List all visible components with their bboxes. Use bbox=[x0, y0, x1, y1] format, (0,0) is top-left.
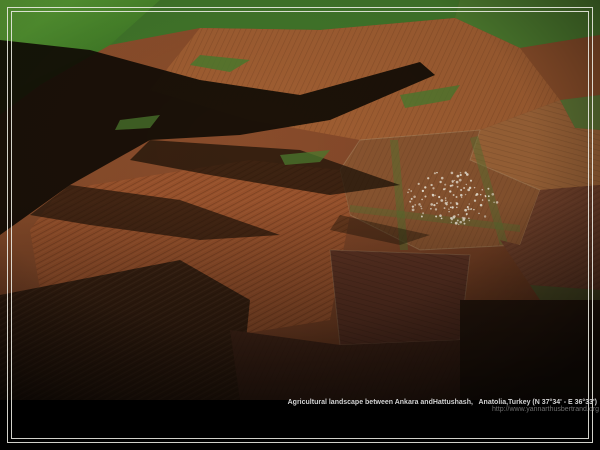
photo-caption: Agricultural landscape between Ankara an… bbox=[288, 399, 597, 413]
caption-url: http://www.yannarthusbertrand.org bbox=[288, 406, 599, 413]
aerial-photo bbox=[0, 0, 600, 400]
caption-title: Agricultural landscape between Ankara an… bbox=[288, 399, 597, 406]
wallpaper: Agricultural landscape between Ankara an… bbox=[0, 0, 600, 450]
vignette bbox=[0, 0, 600, 400]
